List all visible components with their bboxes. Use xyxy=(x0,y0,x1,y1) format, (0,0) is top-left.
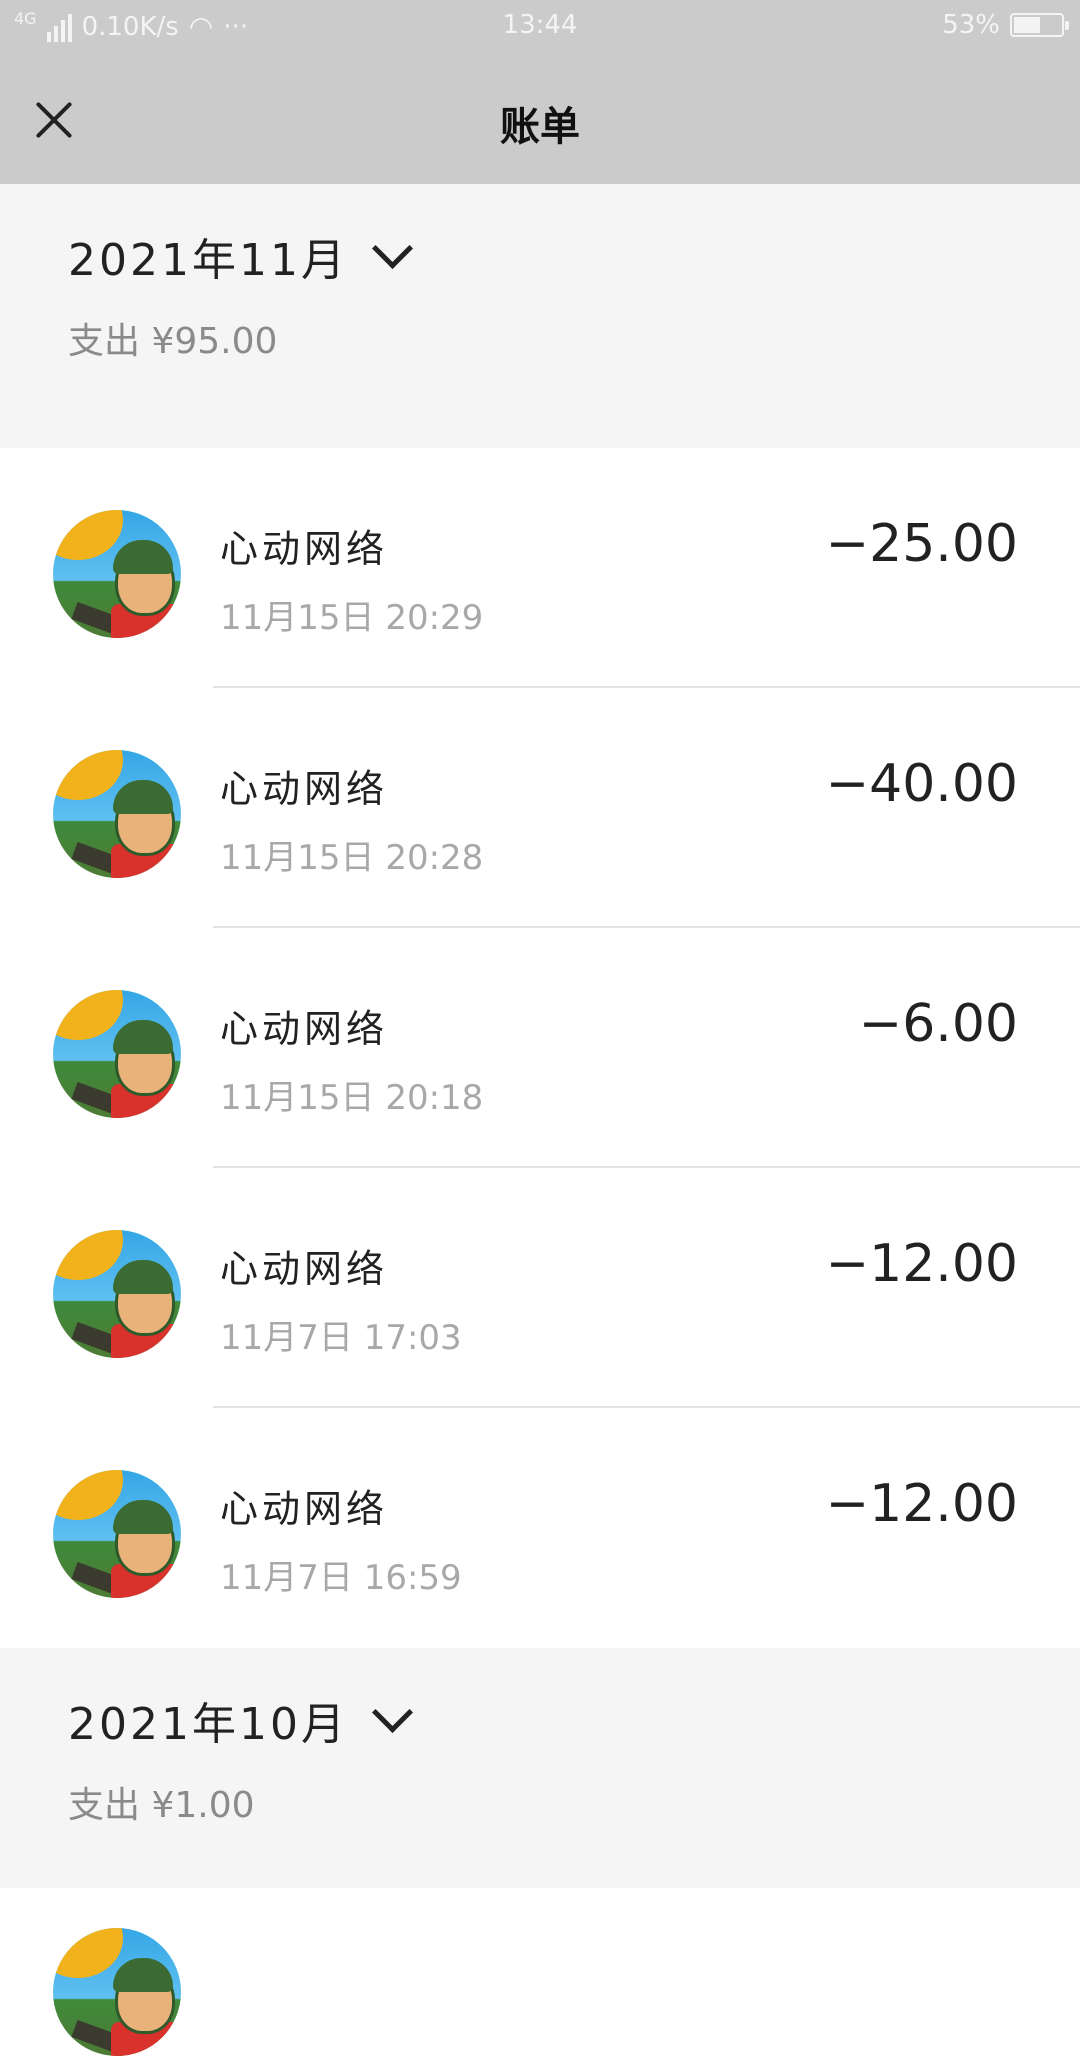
transaction-time: 11月15日 20:28 xyxy=(220,838,484,878)
transaction-time: 11月15日 20:18 xyxy=(220,1078,484,1118)
transaction-name: 心动网络 xyxy=(220,527,389,571)
page-title: 账单 xyxy=(500,104,580,150)
status-bar: 4G 0.10K/s ◠ ··· 13:44 53% xyxy=(0,0,1080,56)
transaction-amount: −6.00 xyxy=(858,994,1018,1054)
transaction-time: 11月7日 17:03 xyxy=(220,1318,462,1358)
month-spend: 支出 ¥1.00 xyxy=(68,1785,255,1826)
month-spend: 支出 ¥95.00 xyxy=(68,321,278,362)
month-title: 2021年10月 xyxy=(68,1699,348,1750)
merchant-avatar-icon xyxy=(53,1928,181,2056)
transaction-row-partial[interactable] xyxy=(0,1888,1080,2056)
transaction-amount: −12.00 xyxy=(825,1474,1018,1534)
transaction-name: 心动网络 xyxy=(220,1487,389,1531)
month-title: 2021年11月 xyxy=(68,235,348,286)
transaction-name: 心动网络 xyxy=(220,1007,389,1051)
transaction-row[interactable]: 心动网络 11月7日 16:59 −12.00 xyxy=(0,1408,1080,1648)
chevron-down-icon[interactable] xyxy=(371,1691,413,1733)
merchant-avatar-icon xyxy=(53,750,181,878)
transaction-amount: −12.00 xyxy=(825,1234,1018,1294)
merchant-avatar-icon xyxy=(53,510,181,638)
merchant-avatar-icon xyxy=(53,1230,181,1358)
month-selector[interactable]: 2021年11月 xyxy=(68,224,1080,288)
transaction-name: 心动网络 xyxy=(220,1247,389,1291)
status-right: 53% xyxy=(942,10,1069,40)
transaction-amount: −25.00 xyxy=(825,514,1018,574)
transaction-row[interactable]: 心动网络 11月15日 20:18 −6.00 xyxy=(0,928,1080,1168)
battery-fill xyxy=(1014,17,1040,33)
battery-percent: 53% xyxy=(942,10,1000,40)
status-time: 13:44 xyxy=(502,10,578,40)
transaction-time: 11月15日 20:29 xyxy=(220,598,484,638)
transaction-amount: −40.00 xyxy=(825,754,1018,814)
merchant-avatar-icon xyxy=(53,990,181,1118)
transaction-row[interactable]: 心动网络 11月15日 20:28 −40.00 xyxy=(0,688,1080,928)
battery-icon xyxy=(1010,13,1069,37)
merchant-avatar-icon xyxy=(53,1470,181,1598)
month-header-2021-11[interactable]: 2021年11月 支出 ¥95.00 xyxy=(0,184,1080,448)
transaction-row[interactable]: 心动网络 11月7日 17:03 −12.00 xyxy=(0,1168,1080,1408)
transaction-time: 11月7日 16:59 xyxy=(220,1558,462,1598)
chevron-down-icon[interactable] xyxy=(371,227,413,269)
transaction-list: 心动网络 11月15日 20:29 −25.00 心动网络 11月15日 20:… xyxy=(0,448,1080,1648)
month-header-2021-10[interactable]: 2021年10月 支出 ¥1.00 xyxy=(0,1648,1080,1888)
transaction-row[interactable]: 心动网络 11月15日 20:29 −25.00 xyxy=(0,448,1080,688)
transaction-name: 心动网络 xyxy=(220,767,389,811)
month-selector[interactable]: 2021年10月 xyxy=(68,1688,1080,1752)
nav-bar: 账单 xyxy=(0,56,1080,184)
